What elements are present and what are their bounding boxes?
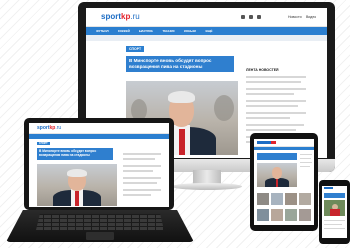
nav-item[interactable]: ЕЩЁ xyxy=(205,29,212,33)
laptop-touchpad xyxy=(86,232,114,240)
nav-item[interactable]: ФУТБОЛ xyxy=(96,29,109,33)
phone xyxy=(319,180,350,244)
social-icons xyxy=(241,15,281,19)
article-photo xyxy=(324,200,345,216)
article-headline[interactable]: В Минспорте вновь обсудят вопрос возвращ… xyxy=(126,56,234,72)
site-logo[interactable]: sportkp.ru xyxy=(101,12,140,21)
laptop-keyboard xyxy=(36,214,164,230)
subnav-strip xyxy=(86,35,327,41)
laptop: sportkp.ru СПОРТ В Минспорте вновь обсуд… xyxy=(6,118,194,246)
section-tag[interactable]: СПОРТ xyxy=(37,142,50,145)
nav-item[interactable]: ТЕННИС xyxy=(162,29,175,33)
article-photo xyxy=(257,163,297,187)
article-photo xyxy=(37,164,117,206)
nav-item[interactable]: ХОККЕЙ xyxy=(118,29,130,33)
site-logo[interactable]: sportkp.ru xyxy=(37,125,61,131)
thumb-row xyxy=(257,209,311,221)
section-tag[interactable]: СПОРТ xyxy=(126,46,145,52)
article-headline[interactable] xyxy=(257,153,297,160)
site-nav xyxy=(29,134,169,139)
header-link-video[interactable]: Видео xyxy=(306,15,316,19)
sidebar-title: ЛЕНТА НОВОСТЕЙ xyxy=(246,68,279,72)
site-nav: ФУТБОЛ ХОККЕЙ БИАТЛОН ТЕННИС КОНЬКИ ЕЩЁ xyxy=(86,27,327,35)
thumb-row xyxy=(257,193,311,205)
article-headline[interactable]: В Минспорте вновь обсудят вопрос возвращ… xyxy=(37,148,113,160)
phone-screen xyxy=(322,186,347,238)
article-headline[interactable] xyxy=(324,193,345,198)
monitor-stand-neck xyxy=(193,170,221,184)
nav-item[interactable]: КОНЬКИ xyxy=(184,29,196,33)
tablet-screen xyxy=(254,139,314,225)
tablet xyxy=(250,133,318,231)
nav-item[interactable]: БИАТЛОН xyxy=(139,29,154,33)
laptop-screen: sportkp.ru СПОРТ В Минспорте вновь обсуд… xyxy=(29,123,169,207)
site-header: sportkp.ru Новости Видео xyxy=(86,8,327,27)
header-link-news[interactable]: Новости xyxy=(288,15,302,19)
